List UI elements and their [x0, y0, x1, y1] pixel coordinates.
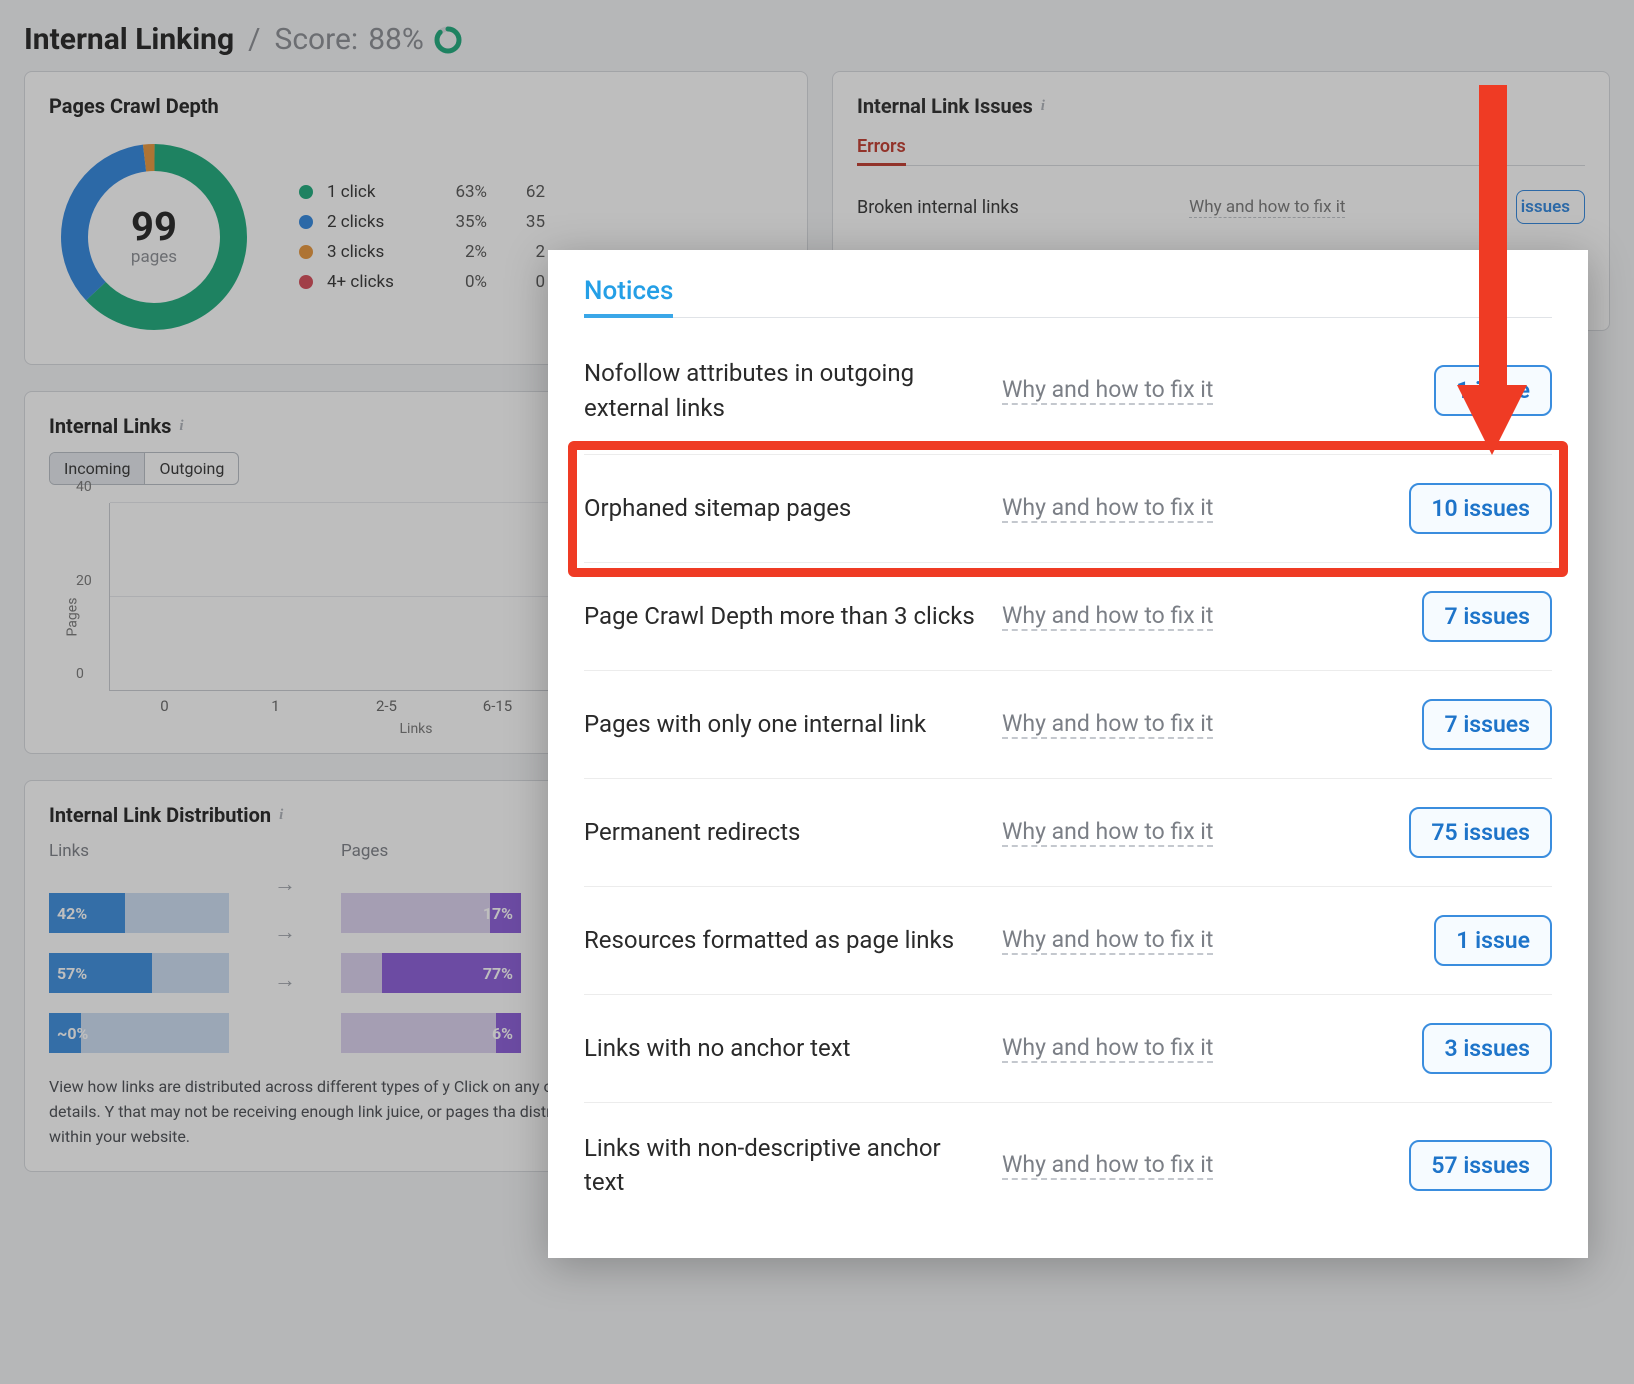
legend-count: 2 — [501, 242, 545, 262]
dist-mid-header: Pages — [341, 841, 521, 861]
info-icon[interactable]: i — [279, 807, 283, 824]
legend-row[interactable]: 2 clicks 35% 35 — [299, 212, 545, 232]
why-and-how-link[interactable]: Why and how to fix it — [1002, 926, 1213, 955]
legend-dot-icon — [299, 275, 313, 289]
legend-count: 35 — [501, 212, 545, 232]
notice-name: Nofollow attributes in outgoing external… — [584, 356, 984, 426]
why-and-how-link[interactable]: Why and how to fix it — [1002, 494, 1213, 523]
legend-pct: 0% — [427, 272, 487, 292]
notice-name: Permanent redirects — [584, 815, 984, 850]
links-bar[interactable]: 42% — [49, 893, 229, 933]
xtick: 2-5 — [331, 697, 442, 715]
ytick: 0 — [76, 666, 84, 682]
xtick: 0 — [109, 697, 220, 715]
tab-outgoing[interactable]: Outgoing — [144, 453, 238, 484]
barchart-ylabel: Pages — [64, 598, 80, 637]
notice-row: Links with no anchor text Why and how to … — [584, 995, 1552, 1103]
issue-count-pill[interactable]: issues — [1516, 190, 1585, 224]
notice-row: Permanent redirects Why and how to fix it… — [584, 779, 1552, 887]
crawl-depth-legend: 1 click 63% 62 2 clicks 35% 35 3 clicks 2% 2 4+ c… — [299, 182, 545, 292]
donut-center-label: pages — [131, 247, 177, 267]
legend-count: 0 — [501, 272, 545, 292]
notice-name: Orphaned sitemap pages — [584, 491, 984, 526]
tab-incoming[interactable]: Incoming — [50, 453, 144, 484]
legend-row[interactable]: 3 clicks 2% 2 — [299, 242, 545, 262]
why-and-how-link[interactable]: Why and how to fix it — [1002, 602, 1213, 631]
legend-label: 3 clicks — [327, 242, 413, 262]
arrow-right-icon: → — [265, 919, 305, 945]
notice-count-pill[interactable]: 75 issues — [1409, 807, 1552, 858]
legend-label: 2 clicks — [327, 212, 413, 232]
notice-name: Links with non-descriptive anchor text — [584, 1131, 984, 1201]
notice-count-pill[interactable]: 1 issue — [1434, 915, 1552, 966]
why-and-how-link[interactable]: Why and how to fix it — [1002, 376, 1213, 405]
info-icon[interactable]: i — [179, 418, 183, 435]
notice-count-pill[interactable]: 7 issues — [1422, 591, 1552, 642]
card-title-distribution: Internal Link Distribution — [49, 803, 271, 827]
legend-dot-icon — [299, 245, 313, 259]
legend-dot-icon — [299, 185, 313, 199]
notice-row: Page Crawl Depth more than 3 clicks Why a… — [584, 563, 1552, 671]
notice-count-pill[interactable]: 57 issues — [1409, 1140, 1552, 1191]
page-header: Internal Linking / Score: 88% — [0, 0, 1634, 71]
page-title: Internal Linking — [24, 22, 234, 57]
notice-row: Links with non-descriptive anchor text Wh… — [584, 1103, 1552, 1229]
legend-label: 1 click — [327, 182, 413, 202]
notices-popup: Notices Nofollow attributes in outgoing … — [548, 250, 1588, 1258]
score-label: Score: — [275, 22, 359, 57]
xtick: 6-15 — [442, 697, 553, 715]
notice-name: Links with no anchor text — [584, 1031, 984, 1066]
pages-bar[interactable]: 6% — [341, 1013, 521, 1053]
legend-label: 4+ clicks — [327, 272, 413, 292]
notice-name: Page Crawl Depth more than 3 clicks — [584, 599, 984, 634]
legend-count: 62 — [501, 182, 545, 202]
crawl-depth-donut[interactable]: 99 pages — [49, 132, 259, 342]
tab-notices[interactable]: Notices — [584, 276, 673, 318]
legend-row[interactable]: 4+ clicks 0% 0 — [299, 272, 545, 292]
links-bar[interactable]: 57% — [49, 953, 229, 993]
notice-row: Pages with only one internal link Why and… — [584, 671, 1552, 779]
arrow-right-icon: → — [265, 967, 305, 993]
legend-row[interactable]: 1 click 63% 62 — [299, 182, 545, 202]
why-and-how-link[interactable]: Why and how to fix it — [1002, 1151, 1213, 1180]
card-title-crawl-depth: Pages Crawl Depth — [49, 94, 219, 118]
legend-pct: 35% — [427, 212, 487, 232]
issue-row-broken-links: Broken internal links Why and how to fix… — [857, 180, 1585, 234]
issue-name: Broken internal links — [857, 197, 1019, 218]
pages-bar[interactable]: 17% — [341, 893, 521, 933]
why-and-how-link[interactable]: Why and how to fix it — [1189, 197, 1345, 218]
why-and-how-link[interactable]: Why and how to fix it — [1002, 1034, 1213, 1063]
notice-row: Orphaned sitemap pages Why and how to fix… — [584, 455, 1552, 563]
tab-errors[interactable]: Errors — [857, 136, 906, 166]
links-bar[interactable]: ~0% — [49, 1013, 229, 1053]
score-ring-icon — [434, 26, 462, 54]
donut-center-value: 99 — [131, 207, 177, 247]
why-and-how-link[interactable]: Why and how to fix it — [1002, 710, 1213, 739]
legend-dot-icon — [299, 215, 313, 229]
score-value: 88% — [368, 22, 424, 57]
notice-row: Nofollow attributes in outgoing external… — [584, 328, 1552, 455]
notice-name: Resources formatted as page links — [584, 923, 984, 958]
notice-count-pill[interactable]: 7 issues — [1422, 699, 1552, 750]
legend-pct: 2% — [427, 242, 487, 262]
xtick: 1 — [220, 697, 331, 715]
notice-count-pill[interactable]: 10 issues — [1409, 483, 1552, 534]
ytick: 20 — [76, 573, 92, 589]
info-icon[interactable]: i — [1041, 98, 1045, 115]
pages-bar[interactable]: 77% — [341, 953, 521, 993]
notice-row: Resources formatted as page links Why and… — [584, 887, 1552, 995]
ytick: 40 — [76, 479, 92, 495]
dist-left-header: Links — [49, 841, 229, 861]
notice-name: Pages with only one internal link — [584, 707, 984, 742]
why-and-how-link[interactable]: Why and how to fix it — [1002, 818, 1213, 847]
notice-count-pill[interactable]: 1 issue — [1434, 365, 1552, 416]
breadcrumb-slash: / — [248, 22, 260, 57]
card-title-issues: Internal Link Issues — [857, 94, 1033, 118]
arrow-right-icon: → — [265, 871, 305, 897]
card-title-internal-links: Internal Links — [49, 414, 171, 438]
notice-count-pill[interactable]: 3 issues — [1422, 1023, 1552, 1074]
legend-pct: 63% — [427, 182, 487, 202]
